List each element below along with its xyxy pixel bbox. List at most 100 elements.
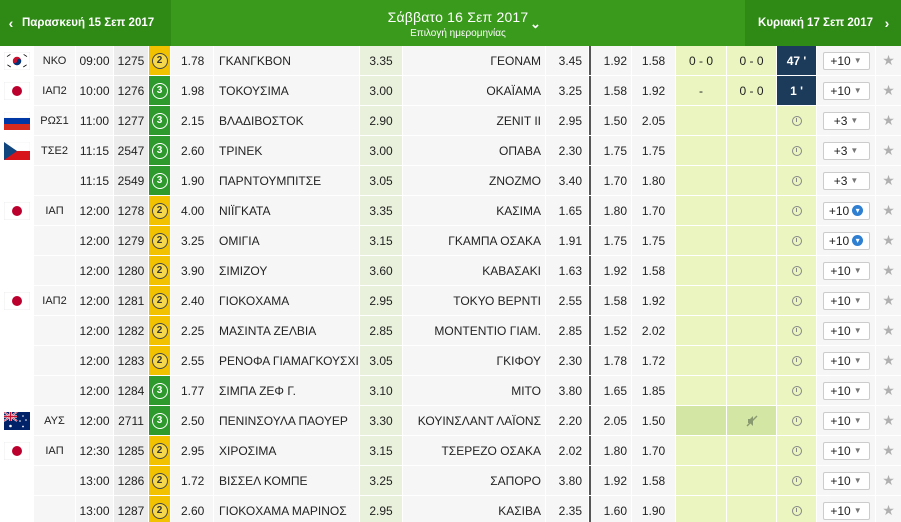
match-row[interactable]: 13:00 1287 2 2.60 ΓΙΟΚΟΧΑΜΑ ΜΑΡΙΝΟΣ 2.95 ΚΑΣΙΒ…	[0, 496, 901, 522]
match-row[interactable]: ΡΩΣ1 11:00 1277 3 2.15 ΒΛΑΔΙΒΟΣΤΟΚ 2.90 ΖΕΝΙΤ Ι…	[0, 106, 901, 136]
odd-home[interactable]: 2.25	[171, 316, 214, 345]
odd-under[interactable]: 1.92	[589, 46, 632, 75]
odd-draw[interactable]: 3.30	[360, 406, 403, 435]
more-markets-button[interactable]: +10 ▼	[822, 471, 870, 490]
more-markets-button[interactable]: +10 ▼	[822, 351, 870, 370]
star-icon[interactable]: ★	[882, 352, 895, 369]
odd-draw[interactable]: 2.95	[360, 496, 403, 522]
odd-over[interactable]: 1.70	[632, 436, 676, 465]
star-icon[interactable]: ★	[882, 172, 895, 189]
odd-over[interactable]: 1.85	[632, 376, 676, 405]
odd-home[interactable]: 2.55	[171, 346, 214, 375]
odd-home[interactable]: 2.60	[171, 496, 214, 522]
odd-home[interactable]: 1.98	[171, 76, 214, 105]
odd-over[interactable]: 1.75	[632, 136, 676, 165]
next-day-button[interactable]: Κυριακή 17 Σεπ 2017 ›	[745, 0, 901, 46]
star-icon[interactable]: ★	[882, 142, 895, 159]
odd-away[interactable]: 2.30	[546, 346, 589, 375]
star-icon[interactable]: ★	[882, 82, 895, 99]
odd-over[interactable]: 1.72	[632, 346, 676, 375]
odd-over[interactable]: 1.58	[632, 256, 676, 285]
odd-under[interactable]: 1.65	[589, 376, 632, 405]
more-markets-button[interactable]: +3 ▼	[822, 141, 870, 160]
star-icon[interactable]: ★	[882, 292, 895, 309]
odd-away[interactable]: 2.02	[546, 436, 589, 465]
star-icon[interactable]: ★	[882, 382, 895, 399]
odd-over[interactable]: 1.58	[632, 46, 676, 75]
star-icon[interactable]: ★	[882, 202, 895, 219]
odd-away[interactable]: 2.55	[546, 286, 589, 315]
odd-over[interactable]: 2.05	[632, 106, 676, 135]
odd-over[interactable]: 1.75	[632, 226, 676, 255]
odd-under[interactable]: 1.78	[589, 346, 632, 375]
odd-away[interactable]: 3.25	[546, 76, 589, 105]
odd-away[interactable]: 1.65	[546, 196, 589, 225]
odd-over[interactable]: 1.92	[632, 286, 676, 315]
odd-home[interactable]: 3.90	[171, 256, 214, 285]
odd-over[interactable]: 1.50	[632, 406, 676, 435]
more-markets-button[interactable]: +10 ▼	[822, 321, 870, 340]
odd-home[interactable]: 1.90	[171, 166, 214, 195]
odd-home[interactable]: 1.78	[171, 46, 214, 75]
odd-draw[interactable]: 3.05	[360, 346, 403, 375]
odd-draw[interactable]: 2.95	[360, 286, 403, 315]
match-row[interactable]: ΙΑΠ2 10:00 1276 3 1.98 ΤΟΚΟΥΣΙΜΑ 3.00 ΟΚΑΪΑΜΑ 3.…	[0, 76, 901, 106]
odd-home[interactable]: 2.40	[171, 286, 214, 315]
more-markets-button[interactable]: +10 ▼	[822, 291, 870, 310]
more-markets-button[interactable]: +10 ▼	[822, 501, 870, 520]
odd-away[interactable]: 2.20	[546, 406, 589, 435]
match-row[interactable]: 12:00 1284 3 1.77 ΣΙΜΠΑ ΖΕΦ Γ. 3.10 ΜΙΤΟ 3.80 1.…	[0, 376, 901, 406]
odd-under[interactable]: 2.05	[589, 406, 632, 435]
odd-home[interactable]: 2.60	[171, 136, 214, 165]
odd-under[interactable]: 1.75	[589, 226, 632, 255]
more-markets-button[interactable]: +10 ▼	[822, 81, 870, 100]
odd-away[interactable]: 2.85	[546, 316, 589, 345]
odd-home[interactable]: 3.25	[171, 226, 214, 255]
odd-draw[interactable]: 3.15	[360, 436, 403, 465]
odd-under[interactable]: 1.58	[589, 76, 632, 105]
odd-away[interactable]: 2.35	[546, 496, 589, 522]
odd-under[interactable]: 1.80	[589, 436, 632, 465]
odd-home[interactable]: 2.15	[171, 106, 214, 135]
odd-draw[interactable]: 3.05	[360, 166, 403, 195]
match-row[interactable]: 11:15 2549 3 1.90 ΠΑΡΝΤΟΥΜΠΙΤΣΕ 3.05 ΖΝΟΖΜΟ 3.4…	[0, 166, 901, 196]
odd-away[interactable]: 1.63	[546, 256, 589, 285]
match-row[interactable]: 12:00 1283 2 2.55 ΡΕΝΟΦΑ ΓΙΑΜΑΓΚΟΥΣΧΙ 3.05 ΓΚΙ…	[0, 346, 901, 376]
odd-draw[interactable]: 2.90	[360, 106, 403, 135]
star-icon[interactable]: ★	[882, 322, 895, 339]
odd-under[interactable]: 1.58	[589, 286, 632, 315]
odd-over[interactable]: 1.92	[632, 76, 676, 105]
star-icon[interactable]: ★	[882, 502, 895, 519]
more-markets-button[interactable]: +10 ▼	[822, 381, 870, 400]
odd-over[interactable]: 1.58	[632, 466, 676, 495]
odd-under[interactable]: 1.92	[589, 466, 632, 495]
odd-away[interactable]: 2.30	[546, 136, 589, 165]
odd-home[interactable]: 1.77	[171, 376, 214, 405]
match-row[interactable]: ΙΑΠ 12:00 1278 2 4.00 ΝΙΪΓΚΑΤΑ 3.35 ΚΑΣΙΜΑ 1.65 1…	[0, 196, 901, 226]
star-icon[interactable]: ★	[882, 112, 895, 129]
odd-under[interactable]: 1.75	[589, 136, 632, 165]
odd-away[interactable]: 3.45	[546, 46, 589, 75]
more-markets-button[interactable]: +10 ▼	[822, 411, 870, 430]
odd-away[interactable]: 2.95	[546, 106, 589, 135]
more-markets-button[interactable]: +10 ▾	[822, 231, 870, 250]
odd-draw[interactable]: 3.60	[360, 256, 403, 285]
match-row[interactable]: ΝΚΟ 09:00 1275 2 1.78 ΓΚΑΝΓΚΒΟΝ 3.35 ΓΕΟΝΑΜ 3.45…	[0, 46, 901, 76]
odd-home[interactable]: 2.50	[171, 406, 214, 435]
star-icon[interactable]: ★	[882, 412, 895, 429]
star-icon[interactable]: ★	[882, 52, 895, 69]
match-row[interactable]: ΙΑΠ2 12:00 1281 2 2.40 ΓΙΟΚΟΧΑΜΑ 2.95 ΤΟΚΥΟ ΒΕΡ…	[0, 286, 901, 316]
odd-under[interactable]: 1.70	[589, 166, 632, 195]
odd-draw[interactable]: 3.15	[360, 226, 403, 255]
more-markets-button[interactable]: +10 ▼	[822, 261, 870, 280]
match-row[interactable]: 12:00 1279 2 3.25 ΟΜΙΓΙΑ 3.15 ΓΚΑΜΠΑ ΟΣΑΚΑ 1.91…	[0, 226, 901, 256]
more-markets-button[interactable]: +10 ▼	[822, 441, 870, 460]
star-icon[interactable]: ★	[882, 262, 895, 279]
more-markets-button[interactable]: +3 ▼	[822, 171, 870, 190]
odd-over[interactable]: 1.80	[632, 166, 676, 195]
more-markets-button[interactable]: +10 ▼	[822, 51, 870, 70]
odd-draw[interactable]: 3.10	[360, 376, 403, 405]
odd-home[interactable]: 4.00	[171, 196, 214, 225]
match-row[interactable]: 13:00 1286 2 1.72 ΒΙΣΣΕΛ ΚΟΜΠΕ 3.25 ΣΑΠΟΡΟ 3.80…	[0, 466, 901, 496]
match-row[interactable]: ΤΣΕ2 11:15 2547 3 2.60 ΤΡΙΝΕΚ 3.00 ΟΠΑΒΑ 2.30 1.7…	[0, 136, 901, 166]
